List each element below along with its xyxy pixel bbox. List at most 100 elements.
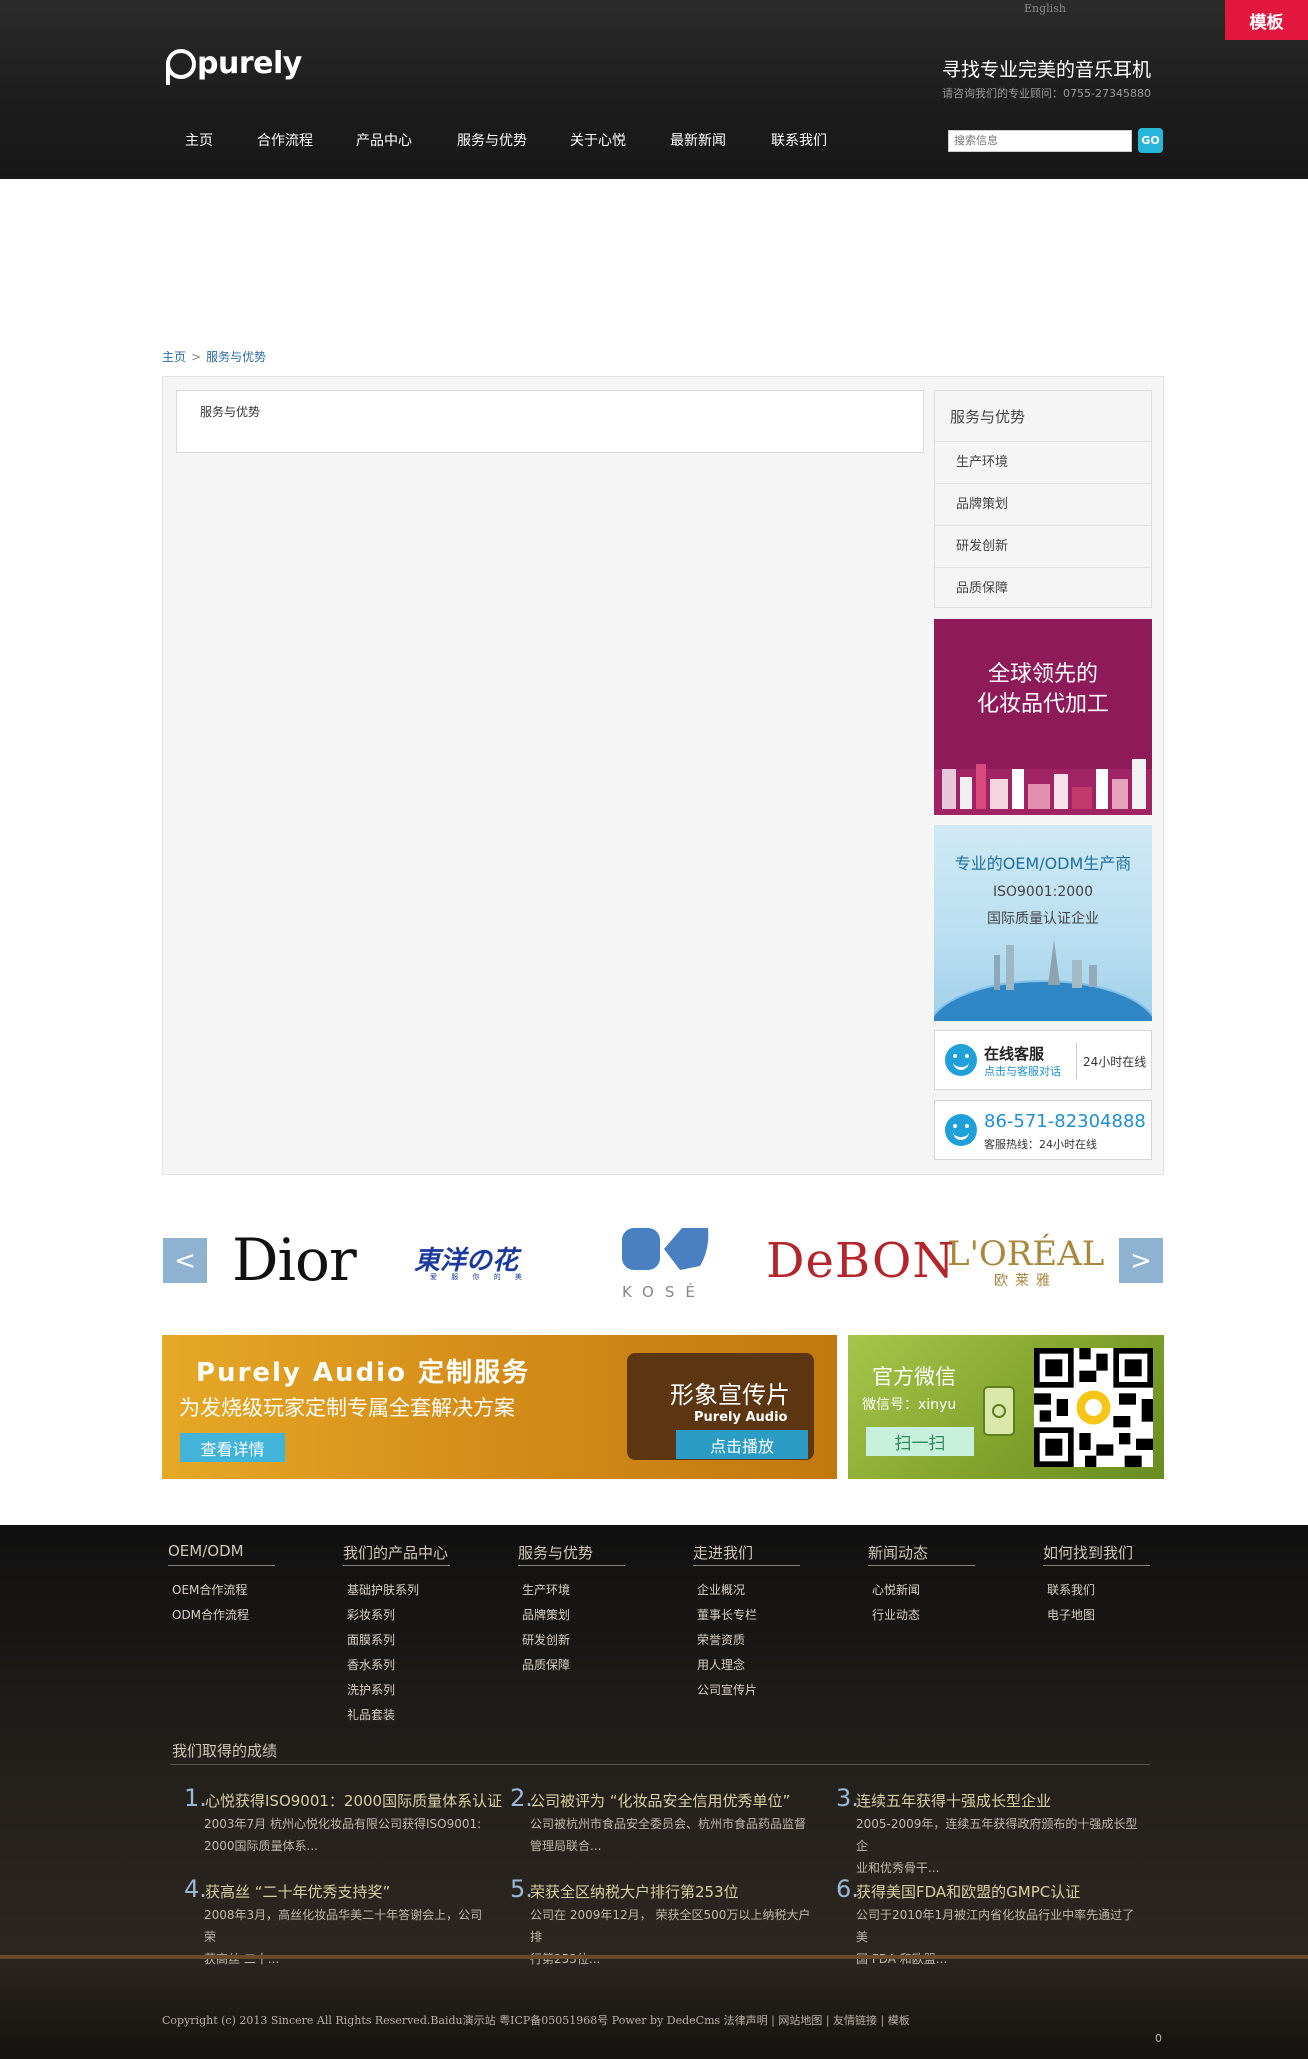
footer-divider-bar [0, 1955, 1308, 1959]
scan-button[interactable]: 扫一扫 [866, 1427, 974, 1456]
footer-link[interactable]: 董事长专栏 [697, 1606, 757, 1623]
sidebar-item-production[interactable]: 生产环境 [935, 441, 1151, 483]
achievement-desc-line: 业和优秀骨干... [856, 1861, 940, 1875]
wechat-id: 微信号：xinyu [862, 1397, 957, 1413]
brand-logo-dior[interactable]: Dior [232, 1226, 357, 1294]
brand-prev-arrow-icon[interactable]: < [163, 1238, 207, 1283]
nav-item-home[interactable]: 主页 [185, 130, 213, 150]
footer-link[interactable]: 面膜系列 [347, 1631, 395, 1648]
logo-text: purely [197, 46, 302, 81]
nav-item-news[interactable]: 最新新闻 [670, 130, 726, 150]
sidebar-item-rnd[interactable]: 研发创新 [935, 525, 1151, 567]
play-video-button[interactable]: 点击播放 [676, 1430, 808, 1459]
achievement-title[interactable]: 心悦获得ISO9001：2000国际质量体系认证 [205, 1790, 502, 1811]
achievement-number: 1. [184, 1784, 207, 1812]
footer-col-divider [693, 1565, 800, 1566]
online-service-link[interactable]: 点击与客服对话 [984, 1063, 1061, 1079]
footer-link[interactable]: 品牌策划 [522, 1606, 570, 1623]
achievement-desc: 公司被杭州市食品安全委员会、杭州市食品药品监督 管理局联合... [530, 1813, 815, 1857]
footer-col-title-contact[interactable]: 如何找到我们 [1043, 1542, 1133, 1563]
header-consult-phone: 请咨询我们的专业顾问：0755-27345880 [942, 87, 1151, 100]
footer-link[interactable]: 彩妆系列 [347, 1606, 395, 1623]
achievement-title[interactable]: 公司被评为 “化妆品安全信用优秀单位” [530, 1790, 790, 1811]
brand-logo-toyo-sub: 爱 服 你 的 美 [430, 1273, 528, 1281]
hotline-number: 86-571-82304888 [984, 1111, 1146, 1132]
template-ribbon[interactable]: 模板 [1225, 0, 1308, 40]
achievement-desc: 2005-2009年，连续五年获得政府颁布的十强成长型企 业和优秀骨干... [856, 1813, 1141, 1879]
achievement-desc-line: 2008年3月，高丝化妆品华美二十年答谢会上，公司荣 [204, 1908, 483, 1944]
achievement-title[interactable]: 获得美国FDA和欧盟的GMPC认证 [856, 1881, 1080, 1902]
sidebar-item-quality[interactable]: 品质保障 [935, 567, 1151, 609]
view-details-button[interactable]: 查看详情 [180, 1433, 285, 1462]
promo-cosmetics-line1: 全球领先的 [987, 662, 1098, 687]
wechat-title: 官方微信 [872, 1365, 956, 1389]
qr-code-icon [1034, 1348, 1153, 1467]
footer-link[interactable]: 品质保障 [522, 1656, 570, 1673]
achievement-title[interactable]: 荣获全区纳税大户排行第253位 [530, 1881, 739, 1902]
online-service-hours: 24小时在线 [1083, 1055, 1147, 1069]
nav-item-about[interactable]: 关于心悦 [570, 130, 626, 150]
brand-logo-debon[interactable]: DeBON [766, 1233, 955, 1289]
nav-item-contact[interactable]: 联系我们 [771, 130, 827, 150]
achievement-title[interactable]: 连续五年获得十强成长型企业 [856, 1790, 1051, 1811]
achievement-desc-line: 2003年7月 杭州心悦化妆品有限公司获得ISO9001: [204, 1817, 482, 1831]
footer-link[interactable]: 行业动态 [872, 1606, 920, 1623]
promo-oem-iso: ISO9001:2000 [992, 884, 1093, 900]
promo-cosmetics-line2: 化妆品代加工 [976, 692, 1109, 717]
footer-link[interactable]: ODM合作流程 [172, 1606, 249, 1623]
search-button[interactable]: GO [1138, 128, 1163, 153]
footer-col-title-oem[interactable]: OEM/ODM [168, 1542, 244, 1560]
footer-col-title-services[interactable]: 服务与优势 [518, 1542, 593, 1563]
brand-logo-kose-mark[interactable] [620, 1226, 710, 1276]
achievement-number: 4. [184, 1875, 207, 1903]
smiley-icon [945, 1044, 977, 1076]
promo-video-subtitle: Purely Audio [694, 1410, 788, 1425]
breadcrumb-current-link[interactable]: 服务与优势 [206, 350, 266, 364]
footer-col-title-products[interactable]: 我们的产品中心 [343, 1542, 448, 1563]
footer-link[interactable]: 公司宣传片 [697, 1681, 757, 1698]
achievement-desc-line: 行第253位... [530, 1952, 601, 1966]
content-title-box [176, 390, 924, 453]
search-input[interactable] [948, 130, 1132, 152]
footer-link[interactable]: 电子地图 [1047, 1606, 1095, 1623]
brand-logo-loreal-sub: 欧莱雅 [994, 1273, 1057, 1289]
nav-item-services[interactable]: 服务与优势 [457, 130, 527, 150]
site-logo[interactable]: purely [166, 46, 302, 85]
breadcrumb: 主页 > 服务与优势 [162, 348, 266, 365]
footer-link[interactable]: 洗护系列 [347, 1681, 395, 1698]
nav-item-cooperation[interactable]: 合作流程 [257, 130, 313, 150]
footer-link[interactable]: 礼品套装 [347, 1706, 395, 1723]
hotline-label: 客服热线：24小时在线 [984, 1138, 1097, 1151]
breadcrumb-home-link[interactable]: 主页 [162, 350, 186, 364]
footer-link[interactable]: 基础护肤系列 [347, 1581, 419, 1598]
footer-link[interactable]: 生产环境 [522, 1581, 570, 1598]
content-title: 服务与优势 [200, 405, 261, 419]
online-service-title[interactable]: 在线客服 [984, 1043, 1044, 1064]
nav-item-products[interactable]: 产品中心 [356, 130, 412, 150]
header-slogan: 寻找专业完美的音乐耳机 [942, 59, 1152, 81]
language-switch-link[interactable]: English [1024, 2, 1066, 15]
brand-logo-loreal[interactable]: L'ORÉAL [947, 1234, 1104, 1274]
custom-service-title: Purely Audio 定制服务 [196, 1358, 531, 1388]
footer-link[interactable]: 荣誉资质 [697, 1631, 745, 1648]
achievement-desc-line: 2000国际质量体系... [204, 1839, 318, 1853]
footer-link[interactable]: 心悦新闻 [872, 1581, 920, 1598]
logo-p-icon [166, 48, 196, 85]
achievement-desc-line: 公司被杭州市食品安全委员会、杭州市食品药品监督 [530, 1817, 807, 1831]
brand-logo-kose[interactable]: KOSÉ [622, 1283, 706, 1301]
footer-link[interactable]: 联系我们 [1047, 1581, 1095, 1598]
sidebar-item-brand[interactable]: 品牌策划 [935, 483, 1151, 525]
footer-col-title-about[interactable]: 走进我们 [693, 1542, 753, 1563]
footer-col-divider [168, 1565, 275, 1566]
footer-link[interactable]: 企业概况 [697, 1581, 745, 1598]
footer-link[interactable]: 用人理念 [697, 1656, 745, 1673]
achievement-title[interactable]: 获高丝 “二十年优秀支持奖” [205, 1881, 390, 1902]
footer-link[interactable]: 香水系列 [347, 1656, 395, 1673]
service-divider [1076, 1043, 1077, 1079]
footer-link[interactable]: 研发创新 [522, 1631, 570, 1648]
footer-col-title-news[interactable]: 新闻动态 [868, 1542, 928, 1563]
brand-next-arrow-icon[interactable]: > [1119, 1238, 1163, 1283]
achievement-desc: 2003年7月 杭州心悦化妆品有限公司获得ISO9001: 2000国际质量体系… [204, 1813, 489, 1857]
achievement-desc-line: 管理局联合... [530, 1839, 602, 1853]
footer-link[interactable]: OEM合作流程 [172, 1581, 247, 1598]
